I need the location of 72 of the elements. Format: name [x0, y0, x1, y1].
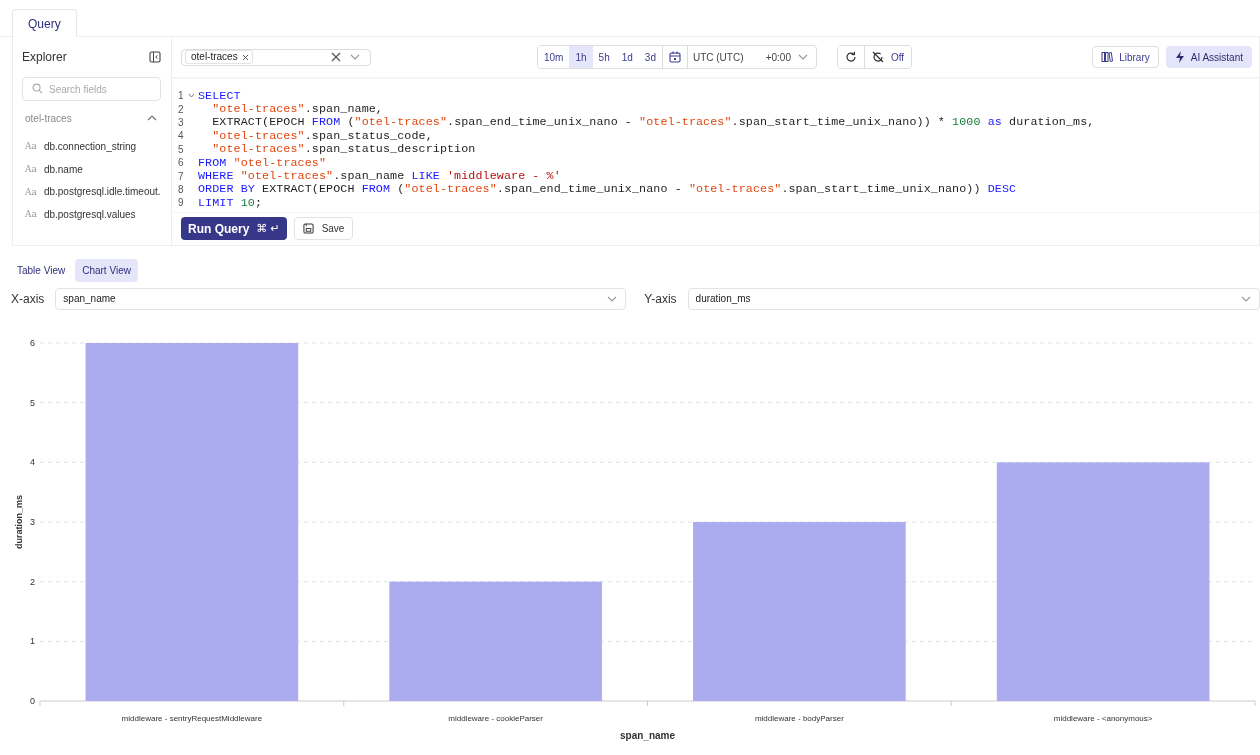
field-item[interactable]: Aa db.connection_string [22, 135, 161, 158]
code-line: "otel-traces".span_status_code, [211, 128, 433, 143]
refresh-off-icon [871, 51, 884, 63]
save-button[interactable]: Save [293, 217, 354, 240]
code-line: FROM "otel-traces" [198, 155, 327, 170]
x-tick-label: middleware - bodyParser [754, 714, 844, 723]
chevron-down-icon[interactable] [350, 54, 360, 60]
code-line: ORDER BY EXTRACT(EPOCH FROM ("otel-traces".span_end_time_unix_nano - "otel-traces".span_start_time_unix_nano)) DESC [198, 182, 1017, 197]
axis-label: Y-axis [644, 291, 677, 306]
chevron-down-icon [1241, 295, 1251, 302]
text-type-icon: Aa [25, 209, 37, 220]
code-line: LIMIT 10; [198, 195, 263, 210]
save-icon [302, 223, 314, 234]
x-tick-label: middleware - <anonymous> [1053, 714, 1153, 723]
field-item[interactable]: Aa db.postgresql.values [22, 203, 161, 226]
code-line: WHERE "otel-traces".span_name LIKE 'middleware - %' [198, 169, 561, 184]
source-select[interactable]: otel-traces [181, 48, 371, 66]
lightning-icon [1174, 51, 1185, 63]
books-icon [1101, 51, 1114, 63]
library-button[interactable]: Library [1092, 46, 1159, 68]
y-tick-label: 2 [30, 576, 35, 587]
code-line: SELECT [198, 88, 241, 103]
y-tick-label: 5 [30, 397, 35, 408]
line-number: 4 [178, 130, 185, 142]
query-tab[interactable]: Query [12, 9, 77, 37]
search-icon [32, 83, 43, 94]
y-axis-select[interactable]: duration_ms [687, 287, 1260, 310]
x-tick-label: middleware - sentryRequestMiddleware [121, 714, 263, 723]
run-query-button[interactable]: Run Query ⌘ ↵ [181, 217, 287, 240]
y-tick-label: 0 [30, 696, 35, 706]
search-field[interactable]: Search fields [22, 77, 161, 101]
chevron-down-icon [797, 54, 808, 60]
y-axis-title: duration_ms [14, 495, 24, 549]
line-number: 2 [178, 103, 185, 115]
code-line: "otel-traces".span_name, [211, 102, 383, 117]
line-number: 7 [178, 170, 185, 182]
refresh-button[interactable] [837, 46, 865, 68]
line-number: 1 [178, 90, 185, 102]
text-type-icon: Aa [25, 141, 37, 152]
code-line: "otel-traces".span_status_description [211, 142, 476, 157]
x-axis-select[interactable]: span_name [55, 287, 627, 310]
field-item[interactable]: Aa db.postgresql.idle.timeout. [22, 180, 161, 204]
y-tick-label: 4 [30, 457, 35, 468]
line-number: 8 [178, 183, 185, 195]
explorer-title: Explorer [22, 50, 67, 64]
axis-label: X-axis [11, 291, 45, 306]
text-type-icon: Aa [25, 164, 37, 175]
clear-icon[interactable] [331, 52, 341, 62]
line-number: 6 [178, 157, 185, 169]
text-type-icon: Aa [25, 186, 37, 197]
field-item[interactable]: Aa db.name [22, 157, 161, 181]
time-range-button[interactable]: 1h [569, 46, 593, 68]
line-number: 9 [178, 197, 185, 209]
y-tick-label: 6 [30, 338, 35, 348]
y-tick-label: 1 [30, 636, 35, 647]
code-line: EXTRACT(EPOCH FROM ("otel-traces".span_end_time_unix_nano - "otel-traces".span_start_time_unix_nano)) * 1000 as duration_ms, [211, 115, 1095, 130]
timezone-select[interactable]: UTC (UTC) +0:00 [687, 51, 816, 63]
fold-icon[interactable] [188, 93, 195, 99]
y-tick-label: 3 [30, 517, 35, 527]
line-number: 5 [178, 143, 185, 155]
source-tag: otel-traces [185, 50, 253, 64]
x-axis-title: span_name [620, 730, 675, 741]
refresh-icon [844, 51, 857, 63]
x-tick-label: middleware - cookieParser [448, 714, 543, 723]
chevron-down-icon [607, 295, 618, 302]
line-number: 3 [178, 116, 185, 128]
view-tab[interactable]: Chart View [75, 259, 138, 282]
source-group-header[interactable]: otel-traces [22, 101, 161, 135]
remove-icon[interactable] [241, 53, 249, 61]
ai-assistant-button[interactable]: AI Assistant [1165, 46, 1252, 68]
calendar-icon[interactable] [668, 51, 681, 63]
sidebar-toggle-icon[interactable] [149, 51, 161, 63]
